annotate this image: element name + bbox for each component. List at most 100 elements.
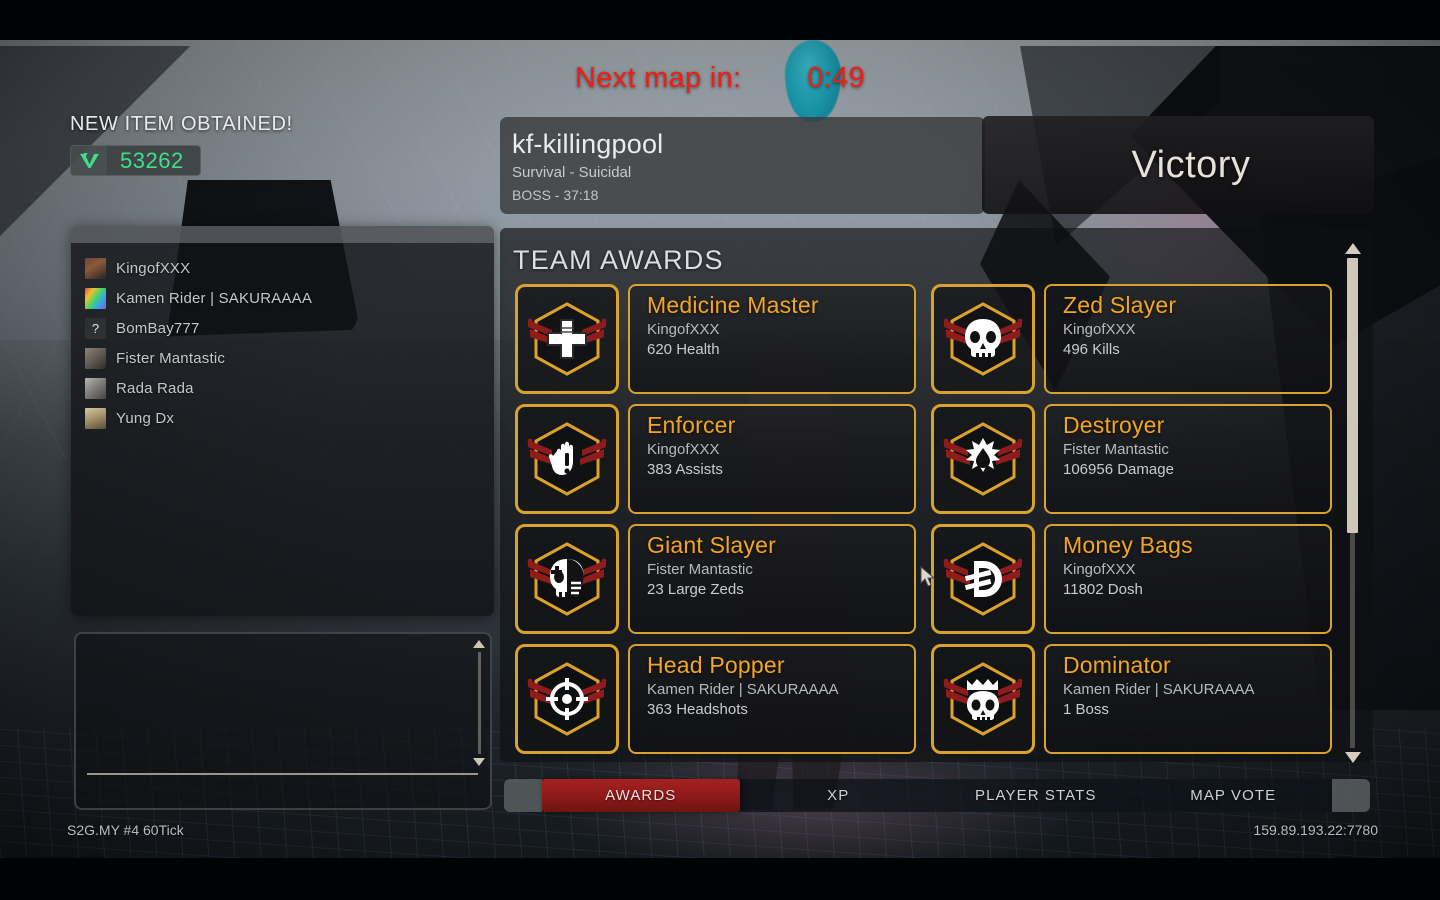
list-item[interactable]: Rada Rada xyxy=(85,373,494,403)
avatar-unknown-icon: ? xyxy=(85,317,106,339)
crowned-skull-icon xyxy=(967,679,999,721)
award-badge xyxy=(931,404,1035,514)
avatar xyxy=(85,257,106,279)
tab-bar-left-cap xyxy=(504,779,542,812)
award-stat: 496 Kills xyxy=(1063,341,1120,359)
map-mode-difficulty: Survival - Suicidal xyxy=(512,164,632,182)
tab-player-stats[interactable]: PLAYER STATS xyxy=(937,779,1135,812)
award-player: Fister Mantastic xyxy=(1063,441,1169,459)
award-stat: 106956 Damage xyxy=(1063,461,1174,479)
award-card[interactable]: Money Bags KingofXXX 11802 Dosh xyxy=(931,524,1332,634)
award-player: KingofXXX xyxy=(647,441,720,459)
map-wave-time: BOSS - 37:18 xyxy=(512,187,599,204)
list-item[interactable]: Kamen Rider | SAKURAAAA xyxy=(85,283,494,313)
award-name: Dominator xyxy=(1063,652,1171,678)
player-list-header-bar xyxy=(71,226,494,243)
new-item-reward-badge[interactable]: 53262 xyxy=(70,145,201,176)
award-player: KingofXXX xyxy=(647,321,720,339)
award-badge xyxy=(931,284,1035,394)
tab-bar: AWARDS XP PLAYER STATS MAP VOTE xyxy=(504,779,1370,812)
list-item[interactable]: Yung Dx xyxy=(85,403,494,433)
next-map-countdown: Next map in: 0:49 xyxy=(0,62,1440,95)
list-item[interactable]: ? BomBay777 xyxy=(85,313,494,343)
tab-map-vote[interactable]: MAP VOTE xyxy=(1135,779,1333,812)
award-badge xyxy=(515,404,619,514)
player-name: BomBay777 xyxy=(116,319,200,337)
award-name: Destroyer xyxy=(1063,412,1165,438)
player-name: Kamen Rider | SAKURAAAA xyxy=(116,289,313,307)
map-name: kf-killingpool xyxy=(512,129,664,159)
award-name: Giant Slayer xyxy=(647,532,776,558)
award-info: Destroyer Fister Mantastic 106956 Damage xyxy=(1044,404,1332,514)
explosion-droplet-icon xyxy=(966,438,1000,472)
awards-grid: Medicine Master KingofXXX 620 Health Zed… xyxy=(515,284,1338,754)
award-stat: 23 Large Zeds xyxy=(647,581,744,599)
avatar xyxy=(85,287,106,309)
tab-xp[interactable]: XP xyxy=(740,779,938,812)
award-info: Zed Slayer KingofXXX 496 Kills xyxy=(1044,284,1332,394)
chat-scroll-track[interactable] xyxy=(478,652,481,754)
crosshair-icon xyxy=(546,678,588,720)
award-stat: 11802 Dosh xyxy=(1063,581,1143,599)
award-badge xyxy=(931,524,1035,634)
award-name: Head Popper xyxy=(647,652,785,678)
player-list: KingofXXX Kamen Rider | SAKURAAAA ? BomB… xyxy=(71,243,494,433)
next-map-label: Next map in: xyxy=(574,62,742,94)
awards-scroll-thumb[interactable] xyxy=(1347,258,1358,533)
avatar xyxy=(85,377,106,399)
list-item[interactable]: KingofXXX xyxy=(85,253,494,283)
award-info: Dominator Kamen Rider | SAKURAAAA 1 Boss xyxy=(1044,644,1332,754)
chat-input-divider xyxy=(87,773,478,775)
avatar xyxy=(85,347,106,369)
medical-cross-icon xyxy=(547,319,587,359)
tab-awards[interactable]: AWARDS xyxy=(542,779,740,812)
new-item-value: 53262 xyxy=(120,148,184,173)
new-item-obtained: NEW ITEM OBTAINED! 53262 xyxy=(70,113,293,176)
award-stat: 1 Boss xyxy=(1063,701,1109,719)
award-card[interactable]: Dominator Kamen Rider | SAKURAAAA 1 Boss xyxy=(931,644,1332,754)
award-name: Medicine Master xyxy=(647,292,819,318)
award-card[interactable]: Zed Slayer KingofXXX 496 Kills xyxy=(931,284,1332,394)
scroll-up-arrow-icon[interactable] xyxy=(1345,243,1361,254)
award-card[interactable]: Enforcer KingofXXX 383 Assists xyxy=(515,404,916,514)
dosh-vault-icon xyxy=(71,146,107,175)
award-card[interactable]: Destroyer Fister Mantastic 106956 Damage xyxy=(931,404,1332,514)
scroll-up-arrow-icon[interactable] xyxy=(473,640,485,648)
tab-strip: AWARDS XP PLAYER STATS MAP VOTE xyxy=(542,779,1332,812)
player-name: Rada Rada xyxy=(116,379,194,397)
list-item[interactable]: Fister Mantastic xyxy=(85,343,494,373)
mouse-cursor xyxy=(920,566,936,587)
new-item-title: NEW ITEM OBTAINED! xyxy=(70,113,293,135)
award-info: Head Popper Kamen Rider | SAKURAAAA 363 … xyxy=(628,644,916,754)
skull-icon xyxy=(965,319,1001,358)
chat-panel[interactable] xyxy=(74,632,492,810)
scroll-down-arrow-icon[interactable] xyxy=(1345,752,1361,763)
avatar xyxy=(85,407,106,429)
award-info: Money Bags KingofXXX 11802 Dosh xyxy=(1044,524,1332,634)
player-name: KingofXXX xyxy=(116,259,191,277)
award-player: KingofXXX xyxy=(1063,321,1136,339)
hand-exclamation-icon xyxy=(548,441,573,475)
scroll-down-arrow-icon[interactable] xyxy=(473,758,485,766)
award-card[interactable]: Head Popper Kamen Rider | SAKURAAAA 363 … xyxy=(515,644,916,754)
award-info: Giant Slayer Fister Mantastic 23 Large Z… xyxy=(628,524,916,634)
player-list-panel[interactable]: KingofXXX Kamen Rider | SAKURAAAA ? BomB… xyxy=(71,226,494,616)
map-info-panel: kf-killingpool Survival - Suicidal BOSS … xyxy=(500,117,985,214)
award-card[interactable]: Medicine Master KingofXXX 620 Health xyxy=(515,284,916,394)
dosh-symbol-icon xyxy=(964,561,1002,597)
award-player: Fister Mantastic xyxy=(647,561,753,579)
next-map-timer: 0:49 xyxy=(807,62,866,94)
chat-scrollbar[interactable] xyxy=(473,640,485,766)
match-result-panel: Victory xyxy=(982,116,1374,214)
award-card[interactable]: Giant Slayer Fister Mantastic 23 Large Z… xyxy=(515,524,916,634)
masked-skull-icon xyxy=(550,559,584,598)
server-address: 159.89.193.22:7780 xyxy=(1253,822,1378,838)
awards-scrollbar[interactable] xyxy=(1344,243,1362,763)
award-player: Kamen Rider | SAKURAAAA xyxy=(647,681,839,699)
award-stat: 383 Assists xyxy=(647,461,723,479)
award-name: Money Bags xyxy=(1063,532,1193,558)
player-name: Yung Dx xyxy=(116,409,175,427)
award-badge xyxy=(931,644,1035,754)
award-stat: 620 Health xyxy=(647,341,720,359)
tab-bar-right-cap xyxy=(1332,779,1370,812)
